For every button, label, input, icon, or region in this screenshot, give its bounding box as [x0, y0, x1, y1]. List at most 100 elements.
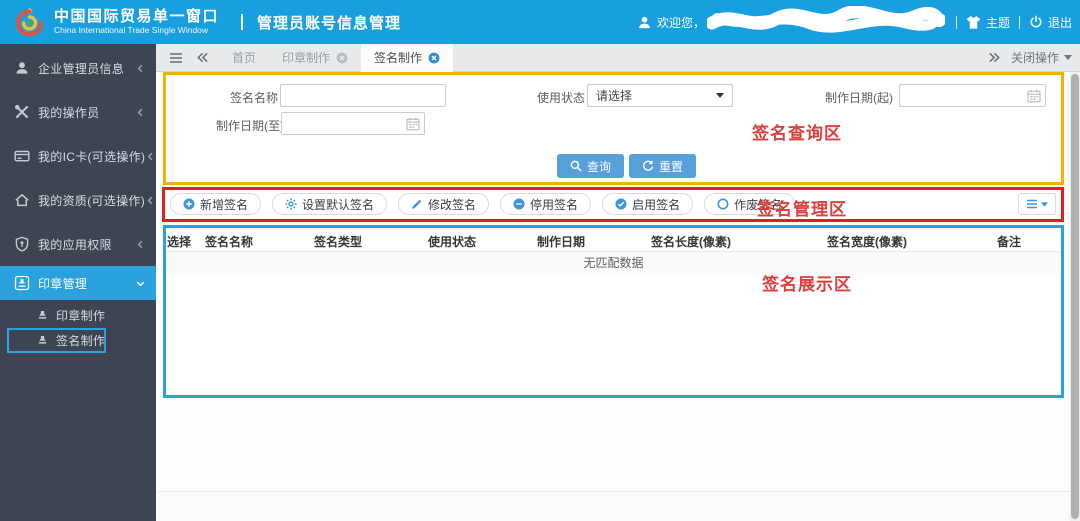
- theme-button[interactable]: 主题: [986, 14, 1010, 31]
- empty-data-message: 无匹配数据: [166, 252, 1061, 275]
- panel-footer: [156, 491, 1070, 521]
- sidebar-item-my-ic-card[interactable]: 我的IC卡(可选操作): [0, 134, 156, 178]
- toolbar-button-label: 设置默认签名: [302, 196, 374, 213]
- close-icon[interactable]: [336, 52, 348, 64]
- usage-status-label: 使用状态: [537, 89, 585, 106]
- tab-home[interactable]: 首页: [219, 44, 269, 72]
- page-title: 管理员账号信息管理: [241, 12, 401, 33]
- sidebar-item-label: 印章管理: [38, 275, 135, 292]
- table-header: 选择 签名名称 签名类型 使用状态 制作日期 签名长度(像素) 签名宽度(像素)…: [166, 228, 1061, 252]
- chevron-left-icon: [135, 239, 146, 250]
- reset-button[interactable]: 重置: [629, 154, 696, 178]
- sidebar-item-my-app-permissions[interactable]: 我的应用权限: [0, 222, 156, 266]
- caret-down-icon: [1041, 202, 1048, 207]
- brand-title: 中国国际贸易单一窗口: [54, 8, 219, 25]
- column-header-select: 选择: [167, 233, 191, 250]
- sidebar-item-my-qualifications[interactable]: 我的资质(可选操作): [0, 178, 156, 222]
- home-icon: [14, 192, 30, 208]
- tools-icon: [14, 104, 30, 120]
- toolbar-button-label: 停用签名: [530, 196, 578, 213]
- sidebar-item-seal-management[interactable]: 印章管理: [0, 266, 156, 300]
- caret-down-icon: [1064, 55, 1072, 60]
- close-icon[interactable]: [428, 52, 440, 64]
- header-right: 欢迎您， 主题 退出: [637, 6, 1080, 39]
- logout-button[interactable]: 退出: [1048, 14, 1072, 31]
- sidebar-subitem-label: 印章制作: [56, 307, 156, 324]
- date-to-input[interactable]: [281, 112, 425, 135]
- tab-label: 首页: [232, 49, 256, 66]
- tab-label: 印章制作: [282, 49, 330, 66]
- modify-signature-button[interactable]: 修改签名: [398, 193, 489, 215]
- toolbar-button-label: 新增签名: [200, 196, 248, 213]
- sidebar-submenu: 印章制作 签名制作: [0, 300, 156, 353]
- sidebar-item-label: 我的IC卡(可选操作): [38, 148, 145, 165]
- tab-signature-create[interactable]: 签名制作: [361, 44, 453, 72]
- set-default-signature-button[interactable]: 设置默认签名: [272, 193, 387, 215]
- scrollbar-thumb[interactable]: [1071, 74, 1079, 519]
- search-button-label: 查询: [587, 158, 611, 175]
- app-logo-icon: [13, 6, 46, 39]
- toolbar-button-label: 修改签名: [428, 196, 476, 213]
- tabs: 首页 印章制作 签名制作: [219, 44, 453, 72]
- annotation-query-area-label: 签名查询区: [752, 119, 842, 144]
- date-from-label: 制作日期(起): [825, 89, 893, 106]
- signature-name-input[interactable]: [280, 84, 446, 107]
- chevron-left-icon: [135, 107, 146, 118]
- plus-circle-icon: [183, 198, 195, 210]
- annotation-display-area-label: 签名展示区: [762, 270, 852, 295]
- sidebar-item-label: 我的资质(可选操作): [38, 192, 145, 209]
- disable-signature-button[interactable]: 停用签名: [500, 193, 591, 215]
- shield-pin-icon: [14, 236, 30, 252]
- theme-shirt-icon: [966, 15, 981, 30]
- sidebar-item-my-operators[interactable]: 我的操作员: [0, 90, 156, 134]
- date-from-input[interactable]: [899, 84, 1046, 107]
- seal-icon: [36, 309, 49, 322]
- column-header-signature-type: 签名类型: [314, 233, 362, 250]
- sidebar-subitem-signature-create[interactable]: 签名制作: [0, 328, 156, 353]
- usage-status-select[interactable]: 请选择: [587, 84, 733, 107]
- enable-signature-button[interactable]: 启用签名: [602, 193, 693, 215]
- caret-down-icon: [716, 93, 724, 98]
- minus-circle-icon: [513, 198, 525, 210]
- calendar-icon: [406, 117, 420, 131]
- annotation-box-management-area: 新增签名 设置默认签名 修改签名 停用签名 启用签名: [162, 187, 1064, 222]
- void-circle-icon: [717, 198, 729, 210]
- check-circle-icon: [615, 198, 627, 210]
- chevron-left-icon: [145, 195, 156, 206]
- search-button[interactable]: 查询: [557, 154, 624, 178]
- chevron-left-icon: [135, 63, 146, 74]
- brand-subtitle: China International Trade Single Window: [54, 25, 219, 36]
- scroll-tabs-left-icon[interactable]: [196, 52, 209, 63]
- seal-icon: [36, 334, 49, 347]
- chevron-down-icon: [135, 278, 146, 289]
- user-icon: [14, 60, 30, 76]
- scroll-tabs-right-icon[interactable]: [988, 52, 1001, 63]
- column-settings-button[interactable]: [1018, 193, 1056, 215]
- sidebar-item-label: 企业管理员信息: [38, 60, 135, 77]
- select-value: 请选择: [596, 87, 632, 104]
- screen: 中国国际贸易单一窗口 China International Trade Sin…: [0, 0, 1080, 521]
- signature-name-label: 签名名称: [230, 89, 278, 106]
- column-header-signature-width: 签名宽度(像素): [827, 233, 907, 250]
- vertical-scrollbar[interactable]: [1070, 72, 1080, 521]
- list-icon: [1026, 198, 1038, 210]
- welcome-text: 欢迎您，: [657, 14, 705, 31]
- stamp-icon: [14, 275, 30, 291]
- title-divider: [241, 14, 243, 30]
- sidebar-item-enterprise-admin-info[interactable]: 企业管理员信息: [0, 46, 156, 90]
- toolbar-button-label: 启用签名: [632, 196, 680, 213]
- pencil-icon: [411, 198, 423, 210]
- sidebar: 企业管理员信息 我的操作员 我的IC卡(可选操作): [0, 44, 156, 521]
- sidebar-subitem-seal-create[interactable]: 印章制作: [0, 303, 156, 328]
- column-header-usage-status: 使用状态: [428, 233, 476, 250]
- menu-icon[interactable]: [169, 52, 183, 64]
- date-to-label: 制作日期(至): [216, 117, 284, 134]
- tab-seal-create[interactable]: 印章制作: [269, 44, 361, 72]
- chevron-left-icon: [145, 151, 156, 162]
- close-operations-dropdown[interactable]: 关闭操作: [1001, 49, 1080, 66]
- sidebar-item-label: 我的操作员: [38, 104, 135, 121]
- sidebar-subitem-label: 签名制作: [56, 332, 156, 349]
- power-icon: [1029, 15, 1043, 29]
- add-signature-button[interactable]: 新增签名: [170, 193, 261, 215]
- close-operations-label: 关闭操作: [1011, 49, 1059, 66]
